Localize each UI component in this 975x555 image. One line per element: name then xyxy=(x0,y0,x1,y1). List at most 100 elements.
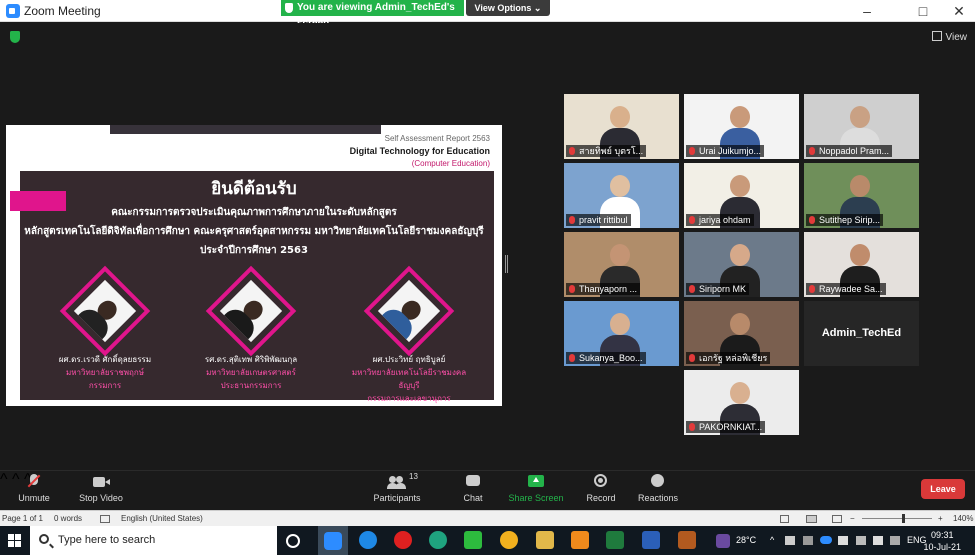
participant-tile[interactable]: สายทิพย์ บุตรโ... xyxy=(564,94,679,159)
view-options-button[interactable]: View Options ⌄ xyxy=(466,0,550,16)
shared-screen: Self Assessment Report 2563 Digital Tech… xyxy=(6,125,502,406)
record-button[interactable]: Record xyxy=(584,474,618,503)
print-layout-icon[interactable] xyxy=(806,515,817,523)
network-icon[interactable] xyxy=(803,536,813,545)
participant-name-text: jariya ohdam xyxy=(699,215,751,225)
reactions-button[interactable]: Reactions xyxy=(636,474,680,503)
muted-mic-icon xyxy=(809,147,815,155)
zoom-level[interactable]: 140% xyxy=(953,514,973,523)
zoom-taskbar-icon[interactable] xyxy=(318,526,348,555)
view-button[interactable]: View xyxy=(932,31,968,43)
committee-member: ผศ.ประวิทย์ ฤทธิบูลย์ มหาวิทยาลัยเทคโนโล… xyxy=(344,265,474,405)
minimize-button[interactable]: – xyxy=(852,2,882,20)
word-icon[interactable] xyxy=(642,531,660,549)
member-institution: มหาวิทยาลัยเทคโนโลยีราชมงคลธัญบุรี xyxy=(351,368,467,390)
meeting-area: View Self Assessment Report 2563 Digital… xyxy=(0,23,975,470)
temperature[interactable]: 28°C xyxy=(736,535,756,545)
search-icon xyxy=(39,534,49,544)
stop-video-button[interactable]: Stop Video xyxy=(78,474,124,503)
proofing-icon[interactable] xyxy=(100,515,110,523)
language-indicator[interactable]: English (United States) xyxy=(121,514,203,523)
tray-overflow-icon[interactable]: ^ xyxy=(770,535,774,545)
participant-tile[interactable]: Sukanya_Boo... xyxy=(564,301,679,366)
participant-tile[interactable]: Urai Juikumjo... xyxy=(684,94,799,159)
slide-line-2: หลักสูตรเทคโนโลยีดิจิทัลเพื่อการศึกษา คณ… xyxy=(24,226,484,237)
participants-label: Participants xyxy=(373,493,421,503)
participants-count: 13 xyxy=(409,472,418,481)
zoom-slider[interactable] xyxy=(862,518,932,519)
slide-subtitle: (Computer Education) xyxy=(411,159,490,168)
muted-mic-icon xyxy=(809,285,815,293)
participant-tile[interactable]: Raywadee Sa... xyxy=(804,232,919,297)
read-mode-icon[interactable] xyxy=(780,515,789,523)
participant-name-text: Thanyaporn ... xyxy=(579,284,638,294)
participant-tile[interactable]: jariya ohdam xyxy=(684,163,799,228)
taskbar-search-box[interactable]: Type here to search xyxy=(30,526,277,555)
zoom-slider-thumb[interactable] xyxy=(902,514,905,523)
unmute-button[interactable]: Unmute xyxy=(16,474,52,503)
windows-start-icon[interactable] xyxy=(8,534,22,548)
security-shield-icon[interactable] xyxy=(10,31,20,43)
participant-tile[interactable]: Thanyaporn ... xyxy=(564,232,679,297)
muted-mic-icon xyxy=(689,354,695,362)
video-camera-icon xyxy=(91,474,111,490)
powerpoint-icon[interactable] xyxy=(678,531,696,549)
display-icon[interactable] xyxy=(838,536,848,545)
clock-date: 10-Jul-21 xyxy=(923,542,961,552)
excel-icon[interactable] xyxy=(606,531,624,549)
participant-name-text: pravit rittibul xyxy=(579,215,628,225)
audio-options-caret[interactable]: ^ xyxy=(0,471,8,488)
zoom-in-button[interactable]: + xyxy=(938,514,943,523)
maximize-button[interactable]: □ xyxy=(908,2,938,20)
wifi-icon[interactable] xyxy=(856,536,866,545)
search-placeholder: Type here to search xyxy=(58,534,156,546)
taskbar-clock[interactable]: 09:31 10-Jul-21 xyxy=(923,529,961,553)
line-icon[interactable] xyxy=(464,531,482,549)
participant-name: เอกรัฐ หล่อพิเชียร xyxy=(686,352,771,364)
file-explorer-icon[interactable] xyxy=(536,531,554,549)
edge-icon[interactable] xyxy=(429,531,447,549)
app-icon[interactable] xyxy=(571,531,589,549)
volume-icon[interactable] xyxy=(785,536,795,545)
cortana-icon[interactable] xyxy=(286,534,300,548)
participant-name-text: Urai Juikumjo... xyxy=(699,146,762,156)
member-role: กรรมการ xyxy=(88,381,122,390)
participant-tile[interactable]: เอกรัฐ หล่อพิเชียร xyxy=(684,301,799,366)
meeting-toolbar: Unmute ^ Stop Video ^ 13 Participants ^ … xyxy=(0,470,975,510)
zoom-out-button[interactable]: − xyxy=(850,514,855,523)
shield-icon xyxy=(285,3,293,13)
weather-icon[interactable] xyxy=(716,534,730,548)
member-role: ประธานกรรมการ xyxy=(220,381,282,390)
participant-name: Raywadee Sa... xyxy=(806,283,886,295)
muted-mic-icon xyxy=(569,147,575,155)
word-count[interactable]: 0 words xyxy=(54,514,82,523)
participant-name-text: PAKORNKIAT... xyxy=(699,422,763,432)
participant-name: pravit rittibul xyxy=(566,214,631,226)
member-institution: มหาวิทยาลัยเกษตรศาสตร์ xyxy=(206,368,296,377)
participant-tile[interactable]: Siriporn MK xyxy=(684,232,799,297)
share-screen-button[interactable]: Share Screen xyxy=(508,474,564,503)
onedrive-icon[interactable] xyxy=(820,536,832,544)
ie-icon[interactable] xyxy=(359,531,377,549)
split-divider-handle[interactable] xyxy=(505,255,508,273)
participant-tile[interactable]: PAKORNKIAT... xyxy=(684,370,799,435)
participant-tile[interactable]: Sutithep Sirip... xyxy=(804,163,919,228)
portrait-photo xyxy=(59,265,151,357)
participant-name: สายทิพย์ บุตรโ... xyxy=(566,145,647,157)
opera-icon[interactable] xyxy=(394,531,412,549)
chat-bubble-icon xyxy=(463,474,483,490)
slide-line-1: คณะกรรมการตรวจประเมินคุณภาพการศึกษาภายใน… xyxy=(111,207,397,218)
battery-icon[interactable] xyxy=(873,536,883,545)
participant-tile[interactable]: pravit rittibul xyxy=(564,163,679,228)
close-button[interactable]: ✕ xyxy=(944,2,974,20)
speaker-icon[interactable] xyxy=(890,536,900,545)
participants-button[interactable]: 13 Participants xyxy=(372,472,422,503)
leave-button[interactable]: Leave xyxy=(921,479,965,499)
web-layout-icon[interactable] xyxy=(832,515,842,523)
chrome-icon[interactable] xyxy=(500,531,518,549)
participant-tile[interactable]: Admin_TechEd xyxy=(804,301,919,366)
participant-name: Noppadol Pram... xyxy=(806,145,893,157)
participant-tile[interactable]: Noppadol Pram... xyxy=(804,94,919,159)
chat-button[interactable]: Chat xyxy=(458,474,488,503)
page-count[interactable]: Page 1 of 1 xyxy=(2,514,43,523)
